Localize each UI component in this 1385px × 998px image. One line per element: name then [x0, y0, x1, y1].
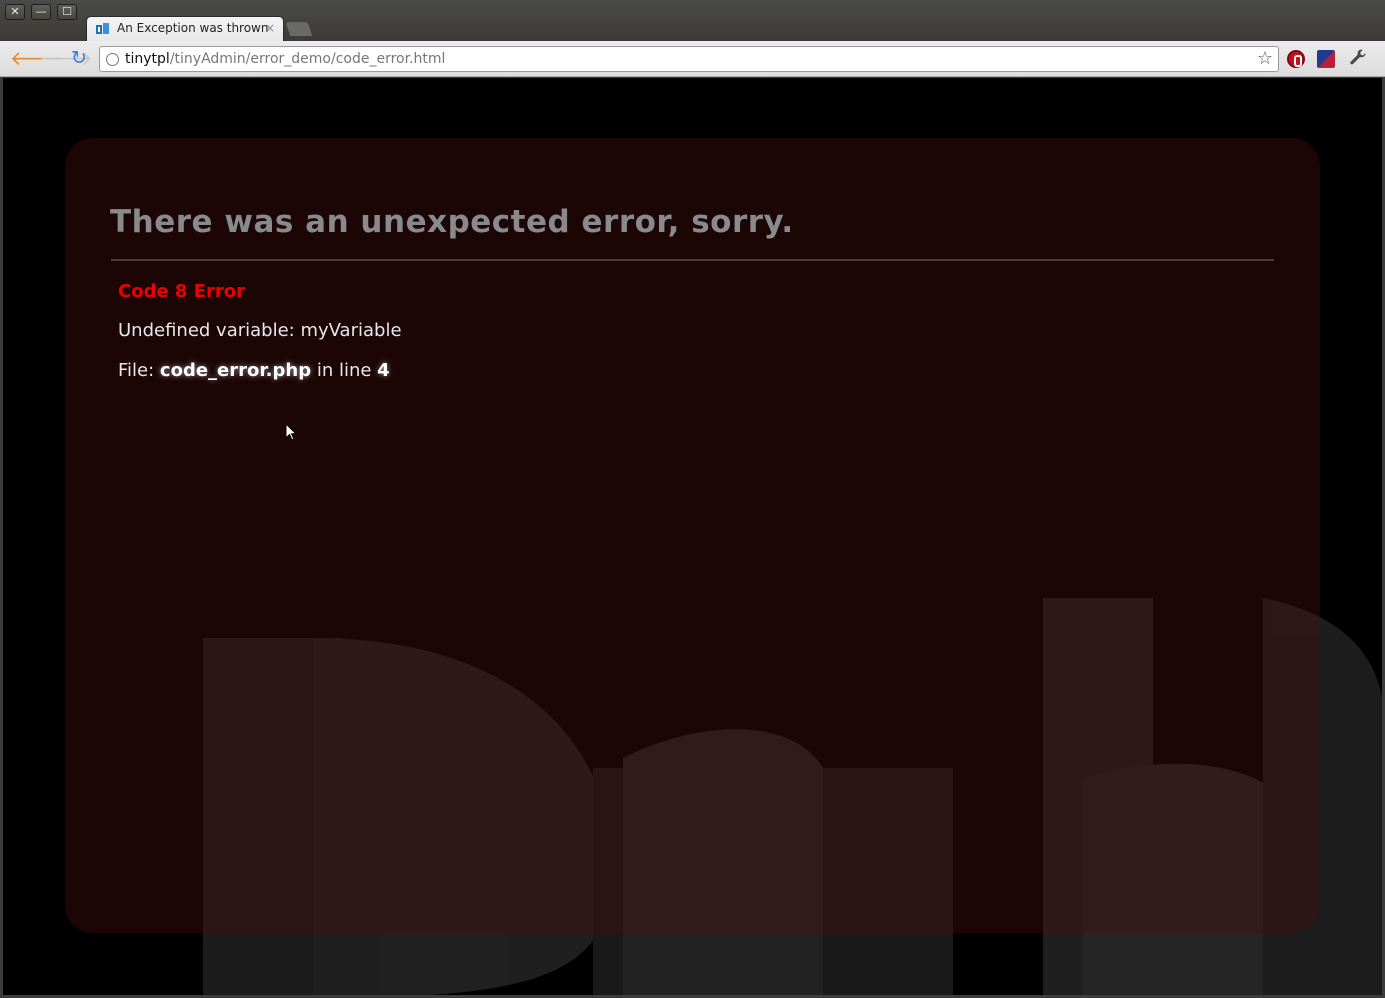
- page-favicon-icon: [96, 23, 109, 34]
- window-close-button[interactable]: ✕: [5, 4, 25, 20]
- tab-title: An Exception was thrown: [117, 21, 269, 35]
- extension-icon[interactable]: [1317, 50, 1335, 68]
- mouse-cursor-icon: [285, 423, 297, 441]
- page-info-icon[interactable]: [106, 53, 119, 66]
- page-title: There was an unexpected error, sorry.: [110, 204, 794, 240]
- title-bar: ✕ — ☐ An Exception was thrown ×: [0, 0, 1385, 41]
- wrench-icon: [1350, 49, 1366, 65]
- back-button[interactable]: 🡐: [10, 47, 64, 69]
- url-host: tinytpl: [125, 51, 170, 67]
- new-tab-button[interactable]: [285, 22, 313, 36]
- wrench-menu-icon[interactable]: [1349, 48, 1367, 71]
- browser-toolbar: 🡐 🡒 ↻ tinytpl/tinyAdmin/error_demo/code_…: [0, 41, 1385, 77]
- adblock-extension-icon[interactable]: [1287, 50, 1305, 68]
- bookmark-star-icon[interactable]: ☆: [1257, 48, 1273, 69]
- error-panel: There was an unexpected error, sorry. Co…: [65, 138, 1320, 933]
- file-prefix: File:: [118, 360, 160, 381]
- divider: [111, 259, 1274, 261]
- error-code: Code 8 Error: [118, 281, 246, 302]
- url-text[interactable]: tinytpl/tinyAdmin/error_demo/code_error.…: [125, 51, 445, 67]
- error-file-line: File: code_error.php in line 4: [118, 360, 390, 381]
- window-minimize-button[interactable]: —: [31, 4, 51, 20]
- forward-button[interactable]: 🡒: [39, 47, 93, 69]
- address-bar[interactable]: tinytpl/tinyAdmin/error_demo/code_error.…: [99, 46, 1279, 72]
- url-path: /tinyAdmin/error_demo/code_error.html: [169, 51, 446, 67]
- window-maximize-button[interactable]: ☐: [57, 4, 77, 20]
- tab-close-icon[interactable]: ×: [265, 21, 275, 35]
- error-message: Undefined variable: myVariable: [118, 320, 402, 341]
- file-name: code_error.php: [159, 360, 312, 381]
- page-viewport: There was an unexpected error, sorry. Co…: [3, 78, 1382, 995]
- line-number: 4: [377, 360, 390, 381]
- reload-button[interactable]: ↻: [68, 47, 90, 69]
- browser-tab[interactable]: An Exception was thrown ×: [86, 16, 284, 41]
- line-prefix: in line: [311, 360, 378, 381]
- browser-window: ✕ — ☐ An Exception was thrown × 🡐 🡒 ↻ ti…: [0, 0, 1385, 998]
